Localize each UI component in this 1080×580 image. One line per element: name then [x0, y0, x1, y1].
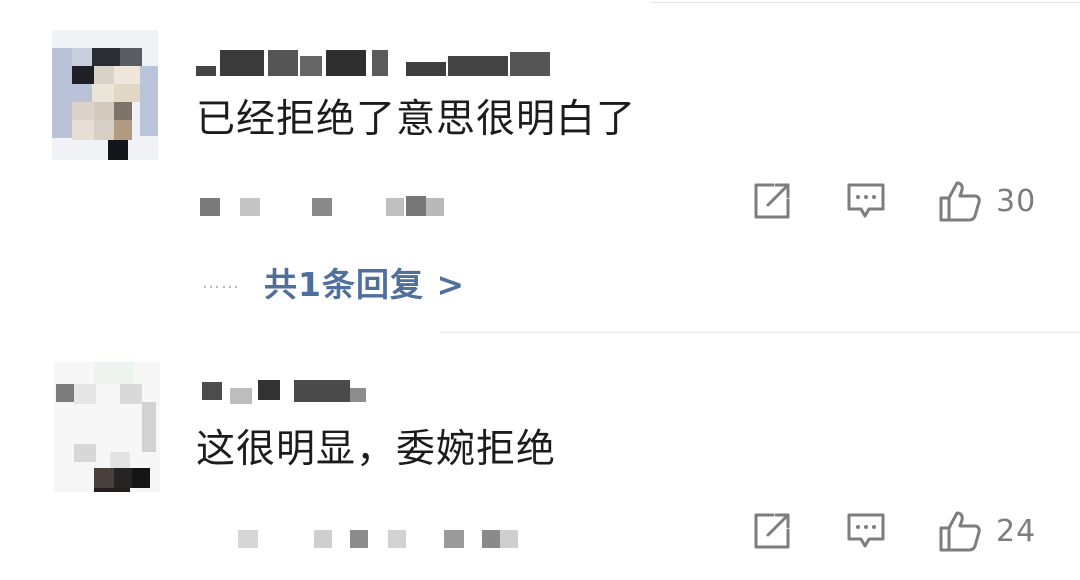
share-icon [754, 183, 790, 219]
comment-button[interactable] [846, 510, 888, 552]
comment-meta-redacted [238, 528, 528, 550]
comment-divider [440, 332, 1080, 333]
comment-item: 已经拒绝了意思很明白了 30 …… 共1条回复 > [0, 0, 1080, 330]
username-redacted[interactable] [196, 48, 556, 78]
username-redacted[interactable] [200, 378, 380, 408]
thumbs-up-icon [939, 181, 981, 222]
comment-item: 这很明显，委婉拒绝 24 [0, 334, 1080, 580]
like-button[interactable]: 24 [938, 508, 1036, 554]
like-count: 24 [996, 513, 1037, 549]
like-count: 30 [996, 183, 1037, 219]
thumbs-up-icon [939, 511, 981, 552]
comment-icon [847, 513, 885, 548]
avatar[interactable] [54, 362, 160, 492]
share-button[interactable] [752, 180, 794, 222]
comment-text: 已经拒绝了意思很明白了 [196, 97, 637, 142]
like-button[interactable]: 30 [938, 178, 1036, 224]
comment-meta-redacted [200, 196, 500, 218]
comment-text: 这很明显，委婉拒绝 [196, 427, 557, 472]
replies-dots: …… [202, 271, 240, 293]
comment-icon [847, 183, 885, 218]
share-icon [754, 513, 790, 549]
comment-button[interactable] [846, 180, 888, 222]
share-button[interactable] [752, 510, 794, 552]
view-replies-link[interactable]: 共1条回复 > [264, 258, 465, 306]
replies-row: …… 共1条回复 > [202, 258, 465, 306]
avatar[interactable] [52, 30, 158, 160]
